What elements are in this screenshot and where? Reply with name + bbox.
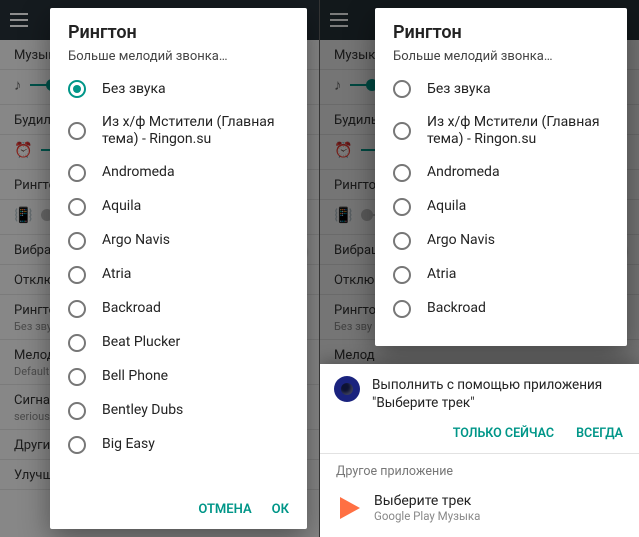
option-label: Backroad	[102, 300, 161, 317]
ringtone-option[interactable]: Beat Plucker	[50, 326, 307, 360]
option-label: Backroad	[427, 300, 486, 317]
radio-icon	[393, 80, 411, 98]
ringtone-option[interactable]: Argo Navis	[375, 224, 627, 258]
option-label: Из х/ф Мстители (Главная тема) - Ringon.…	[102, 114, 289, 148]
radio-icon	[393, 122, 411, 140]
radio-icon	[68, 164, 86, 182]
radio-icon	[393, 300, 411, 318]
ringtone-option[interactable]: Atria	[50, 258, 307, 292]
ringtone-option[interactable]: Backroad	[50, 292, 307, 326]
radio-icon	[68, 436, 86, 454]
radio-icon	[68, 368, 86, 386]
ringtone-dialog: Рингтон Больше мелодий звонка… Без звука…	[50, 8, 307, 529]
ringtone-option[interactable]: Argo Navis	[50, 224, 307, 258]
app-subtitle: Google Play Музыка	[374, 509, 480, 523]
radio-icon	[393, 266, 411, 284]
ringtone-option[interactable]: Atria	[375, 258, 627, 292]
ringtone-options: Без звука Из х/ф Мстители (Главная тема) …	[50, 70, 307, 492]
radio-icon	[68, 402, 86, 420]
just-once-button[interactable]: ТОЛЬКО СЕЙЧАС	[453, 426, 554, 441]
ringtone-option[interactable]: Из х/ф Мстители (Главная тема) - Ringon.…	[375, 106, 627, 156]
ringtone-option[interactable]: Bell Phone	[50, 360, 307, 394]
radio-icon	[393, 198, 411, 216]
ringtone-options: Без звука Из х/ф Мстители (Главная тема) …	[375, 70, 627, 346]
radio-icon	[68, 122, 86, 140]
radio-icon	[393, 164, 411, 182]
ok-button[interactable]: ОК	[272, 502, 289, 517]
radio-icon	[68, 80, 86, 98]
ringtone-option[interactable]: Без звука	[50, 72, 307, 106]
chooser-headline: Выполнить с помощью приложения "Выберите…	[372, 376, 625, 412]
ringtone-option[interactable]: Andromeda	[375, 156, 627, 190]
radio-icon	[68, 198, 86, 216]
ringtone-option[interactable]: Bentley Dubs	[50, 394, 307, 428]
dialog-title: Рингтон	[50, 8, 307, 49]
ringtone-option[interactable]: Из х/ф Мстители (Главная тема) - Ringon.…	[50, 106, 307, 156]
option-label: Bentley Dubs	[102, 402, 183, 419]
app-row-play-music[interactable]: Выберите трек Google Play Музыка	[320, 485, 639, 533]
ringtone-option[interactable]: Big Easy	[50, 428, 307, 462]
option-label: Beat Plucker	[102, 334, 180, 351]
ringtone-option[interactable]: Aquila	[50, 190, 307, 224]
radio-icon	[68, 266, 86, 284]
ringtone-option[interactable]: Andromeda	[50, 156, 307, 190]
option-label: Atria	[427, 266, 456, 283]
ringtone-option[interactable]: Без звука	[375, 72, 627, 106]
option-label: Argo Navis	[102, 232, 170, 249]
always-button[interactable]: ВСЕГДА	[576, 426, 623, 441]
app-name: Выберите трек	[374, 493, 480, 509]
app-chooser-sheet: Выполнить с помощью приложения "Выберите…	[320, 364, 639, 537]
cancel-button[interactable]: ОТМЕНА	[198, 502, 251, 517]
option-label: Bell Phone	[102, 368, 168, 385]
ringtone-option[interactable]: Aquila	[375, 190, 627, 224]
ringtone-dialog: Рингтон Больше мелодий звонка… Без звука…	[375, 8, 627, 346]
option-label: Andromeda	[427, 164, 500, 181]
play-music-icon	[340, 497, 360, 519]
option-label: Из х/ф Мстители (Главная тема) - Ringon.…	[427, 114, 609, 148]
radio-icon	[68, 232, 86, 250]
option-label: Big Easy	[102, 436, 155, 453]
option-label: Aquila	[102, 198, 141, 215]
radio-icon	[393, 232, 411, 250]
option-label: Argo Navis	[427, 232, 495, 249]
radio-icon	[68, 300, 86, 318]
chooser-app-icon	[334, 376, 360, 402]
option-label: Aquila	[427, 198, 466, 215]
dialog-title: Рингтон	[375, 8, 627, 49]
radio-icon	[68, 334, 86, 352]
option-label: Без звука	[102, 81, 166, 98]
dialog-more[interactable]: Больше мелодий звонка…	[375, 49, 627, 70]
ringtone-option[interactable]: Backroad	[375, 292, 627, 326]
option-label: Andromeda	[102, 164, 175, 181]
dialog-more[interactable]: Больше мелодий звонка…	[50, 49, 307, 70]
option-label: Без звука	[427, 81, 491, 98]
option-label: Atria	[102, 266, 131, 283]
other-app-label: Другое приложение	[320, 454, 639, 485]
